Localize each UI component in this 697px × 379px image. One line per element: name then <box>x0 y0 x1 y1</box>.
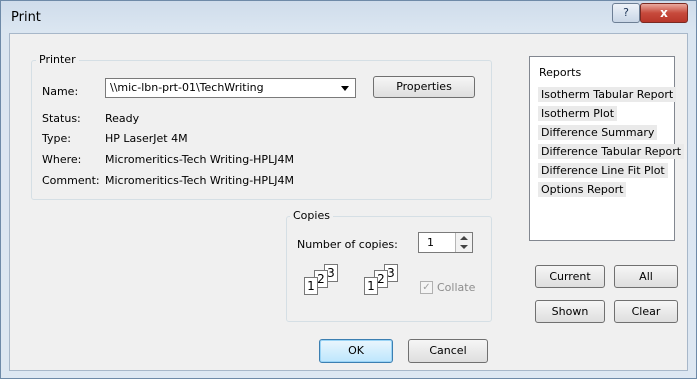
window-title: Print <box>11 10 41 25</box>
clear-button[interactable]: Clear <box>614 300 678 323</box>
chevron-down-icon <box>341 86 349 91</box>
cancel-button[interactable]: Cancel <box>408 339 488 363</box>
help-button[interactable]: ? <box>612 3 640 23</box>
list-item[interactable]: Isotherm Plot <box>538 106 618 121</box>
chevron-up-icon[interactable] <box>460 236 468 240</box>
copies-group-label: Copies <box>290 209 333 222</box>
title-bar[interactable]: Print ? x <box>1 1 696 33</box>
collate-pages-icon: 3 2 1 <box>302 264 352 306</box>
list-item[interactable]: Difference Summary <box>538 125 658 140</box>
ok-button[interactable]: OK <box>319 339 393 363</box>
all-button[interactable]: All <box>614 265 678 288</box>
collate-pages-icon: 3 2 1 <box>362 264 412 306</box>
type-value: HP LaserJet 4M <box>105 132 188 145</box>
status-label: Status: <box>42 112 81 125</box>
number-of-copies-label: Number of copies: <box>297 238 398 251</box>
number-of-copies-value: 1 <box>427 236 434 249</box>
where-label: Where: <box>42 153 82 166</box>
shown-button[interactable]: Shown <box>535 300 605 323</box>
properties-button[interactable]: Properties <box>373 76 475 98</box>
page-1-icon: 1 <box>364 277 378 295</box>
name-label: Name: <box>42 85 79 98</box>
collate-label: Collate <box>437 281 476 294</box>
reports-header: Reports <box>539 66 582 79</box>
where-value: Micromeritics-Tech Writing-HPLJ4M <box>105 153 294 166</box>
printer-group-label: Printer <box>36 53 79 66</box>
printer-name-value: \\mic-lbn-prt-01\TechWriting <box>110 81 264 94</box>
current-button[interactable]: Current <box>535 265 605 288</box>
printer-name-select[interactable]: \\mic-lbn-prt-01\TechWriting <box>105 78 356 98</box>
chevron-down-icon[interactable] <box>460 245 468 249</box>
dialog-body: Printer Name: \\mic-lbn-prt-01\TechWriti… <box>9 33 688 371</box>
comment-label: Comment: <box>42 174 100 187</box>
collate-checkbox[interactable]: ✓ <box>420 281 433 294</box>
stepper-arrows[interactable] <box>455 233 472 252</box>
page-1-icon: 1 <box>304 277 318 295</box>
close-button[interactable]: x <box>640 3 688 23</box>
list-item[interactable]: Options Report <box>538 182 627 197</box>
number-of-copies-stepper[interactable]: 1 <box>418 232 473 253</box>
comment-value: Micromeritics-Tech Writing-HPLJ4M <box>105 174 294 187</box>
status-value: Ready <box>105 112 140 125</box>
list-item[interactable]: Isotherm Tabular Report <box>538 87 677 102</box>
print-dialog: Print ? x Printer Name: \\mic-lbn-prt-01… <box>0 0 697 379</box>
type-label: Type: <box>42 132 71 145</box>
list-item[interactable]: Difference Tabular Report <box>538 144 685 159</box>
list-item[interactable]: Difference Line Fit Plot <box>538 163 668 178</box>
reports-listbox[interactable]: Reports Isotherm Tabular Report Isotherm… <box>529 56 685 241</box>
